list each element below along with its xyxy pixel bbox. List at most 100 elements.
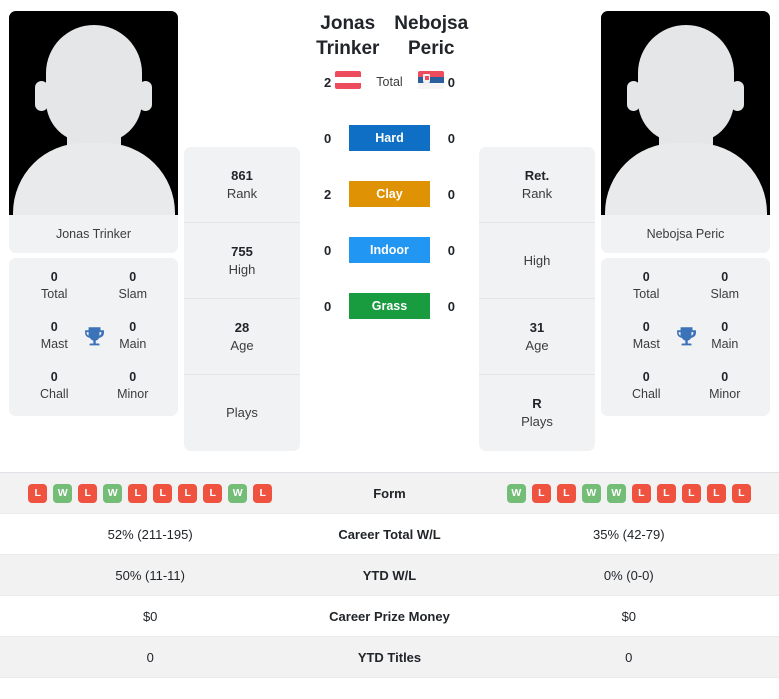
h2h-clay-left-count: 2 <box>323 186 332 202</box>
h2h-indoor-bar[interactable]: Indoor <box>349 237 430 263</box>
right-ytd-titles: 0 <box>478 636 779 678</box>
award-slam-label: Slam <box>710 287 739 301</box>
award-minor-label: Minor <box>117 387 149 401</box>
right-career-prize-money: $0 <box>478 595 779 637</box>
right-stat-plays-label: Plays <box>521 414 553 429</box>
right-stat-age: 31 Age <box>479 299 595 375</box>
award-chall: 0 Chall <box>607 369 686 403</box>
right-career-total-wl: 35% (42-79) <box>478 513 779 555</box>
form-badge[interactable]: L <box>253 483 273 503</box>
award-slam-label: Slam <box>118 287 147 301</box>
right-player-awards-card: 0 Total 0 Slam 0 Mast 0 Main 0 Chall 0 M… <box>601 258 770 416</box>
right-stat-age-label: Age <box>525 337 549 353</box>
form-badge[interactable]: L <box>531 483 551 503</box>
award-total-value: 0 <box>50 270 58 284</box>
award-minor: 0 Minor <box>686 369 765 403</box>
left-player-first-name[interactable]: Jonas <box>306 11 390 36</box>
form-badge[interactable]: L <box>203 483 223 503</box>
form-badge[interactable]: L <box>78 483 98 503</box>
h2h-indoor-right-count: 0 <box>447 242 456 258</box>
form-badge[interactable]: W <box>103 483 123 503</box>
form-badge[interactable]: L <box>706 483 726 503</box>
right-player-first-name[interactable]: Nebojsa <box>390 11 474 36</box>
form-badge[interactable]: W <box>581 483 601 503</box>
h2h-row-hard: 0 Hard 0 <box>306 124 473 152</box>
row-label-form: Form <box>300 472 479 514</box>
right-stat-high: High <box>479 223 595 299</box>
right-stat-high-label: High <box>523 252 551 268</box>
h2h-hard-right-count: 0 <box>447 130 456 146</box>
h2h-indoor-left-count: 0 <box>323 242 332 258</box>
avatar-ear-left-icon <box>35 81 48 111</box>
form-badge[interactable]: W <box>53 483 73 503</box>
left-player-column: Jonas Trinker 0 Total 0 Slam 0 Mast 0 Ma… <box>9 11 178 416</box>
right-player-avatar <box>601 11 770 215</box>
head-to-head-center: Jonas Trinker Nebojsa Peric 2 Total 0 0 … <box>306 11 473 320</box>
right-player-photo-card: Nebojsa Peric <box>601 11 770 253</box>
award-chall-value: 0 <box>50 370 58 384</box>
left-player-avatar <box>9 11 178 215</box>
right-stat-rank: Ret. Rank <box>479 147 595 223</box>
left-stat-high-value: 755 <box>231 243 253 259</box>
row-label-career-prize-money: Career Prize Money <box>300 595 479 637</box>
left-stat-high: 755 High <box>184 223 300 299</box>
table-row-career-total-wl: 52% (211-195) Career Total W/L 35% (42-7… <box>0 513 779 555</box>
avatar-ear-right-icon <box>139 81 152 111</box>
right-stat-plays: R Plays <box>479 375 595 451</box>
award-total: 0 Total <box>607 269 686 303</box>
h2h-hard-bar[interactable]: Hard <box>349 125 430 151</box>
form-badge[interactable]: L <box>656 483 676 503</box>
h2h-row-total: 2 Total 0 <box>306 68 473 96</box>
award-slam: 0 Slam <box>94 269 173 303</box>
form-badge[interactable]: L <box>631 483 651 503</box>
form-badge[interactable]: W <box>228 483 248 503</box>
right-stat-age-value: 31 <box>529 319 545 335</box>
surface-breakdown-list: 2 Total 0 0 Hard 0 2 Clay 0 0 Indoor 0 0… <box>306 68 473 320</box>
h2h-grass-bar[interactable]: Grass <box>349 293 430 319</box>
left-stat-rank-value: 861 <box>231 167 253 183</box>
row-label-ytd-wl: YTD W/L <box>300 554 479 596</box>
avatar-shoulders-icon <box>604 143 767 215</box>
left-player-last-name[interactable]: Trinker <box>306 36 390 61</box>
form-badge[interactable]: L <box>556 483 576 503</box>
left-career-total-wl: 52% (211-195) <box>0 513 301 555</box>
avatar-ear-left-icon <box>627 81 640 111</box>
award-total-label: Total <box>41 287 68 301</box>
award-minor-label: Minor <box>709 387 741 401</box>
left-player-photo-card: Jonas Trinker <box>9 11 178 253</box>
form-badge[interactable]: W <box>506 483 526 503</box>
trophy-icon <box>84 327 104 346</box>
left-career-prize-money: $0 <box>0 595 301 637</box>
form-badge[interactable]: L <box>178 483 198 503</box>
h2h-grass-right-count: 0 <box>447 298 456 314</box>
left-stat-age-label: Age <box>230 337 254 353</box>
right-player-photo-name: Nebojsa Peric <box>601 215 770 253</box>
award-total-value: 0 <box>642 270 650 284</box>
right-stat-rank-label: Rank <box>521 185 553 201</box>
right-player-column: Nebojsa Peric 0 Total 0 Slam 0 Mast 0 Ma… <box>601 11 770 416</box>
h2h-row-indoor: 0 Indoor 0 <box>306 236 473 264</box>
right-player-last-name[interactable]: Peric <box>390 36 474 61</box>
table-row-ytd-wl: 50% (11-11) YTD W/L 0% (0-0) <box>0 554 779 596</box>
form-badge[interactable]: L <box>128 483 148 503</box>
left-stat-age: 28 Age <box>184 299 300 375</box>
left-stat-plays: Plays <box>184 375 300 451</box>
h2h-clay-right-count: 0 <box>447 186 456 202</box>
serbia-flag-icon <box>418 71 445 89</box>
left-form-cell: L W L W L L L L W L <box>0 472 301 514</box>
form-badge[interactable]: L <box>153 483 173 503</box>
h2h-clay-bar[interactable]: Clay <box>349 181 430 207</box>
left-stat-plays-label: Plays <box>226 405 258 420</box>
form-badge[interactable]: L <box>681 483 701 503</box>
left-player-stats-column: 861 Rank 755 High 28 Age Plays <box>184 147 300 451</box>
right-form-badges: W L L W W L L L L L <box>480 483 778 503</box>
form-badge[interactable]: L <box>731 483 751 503</box>
award-total: 0 Total <box>15 269 94 303</box>
award-minor: 0 Minor <box>94 369 173 403</box>
form-badge[interactable]: W <box>606 483 626 503</box>
left-ytd-wl: 50% (11-11) <box>0 554 301 596</box>
avatar-shoulders-icon <box>12 143 175 215</box>
left-player-awards-card: 0 Total 0 Slam 0 Mast 0 Main 0 Chall 0 M… <box>9 258 178 416</box>
right-stat-rank-value: Ret. <box>524 167 550 183</box>
form-badge[interactable]: L <box>28 483 48 503</box>
